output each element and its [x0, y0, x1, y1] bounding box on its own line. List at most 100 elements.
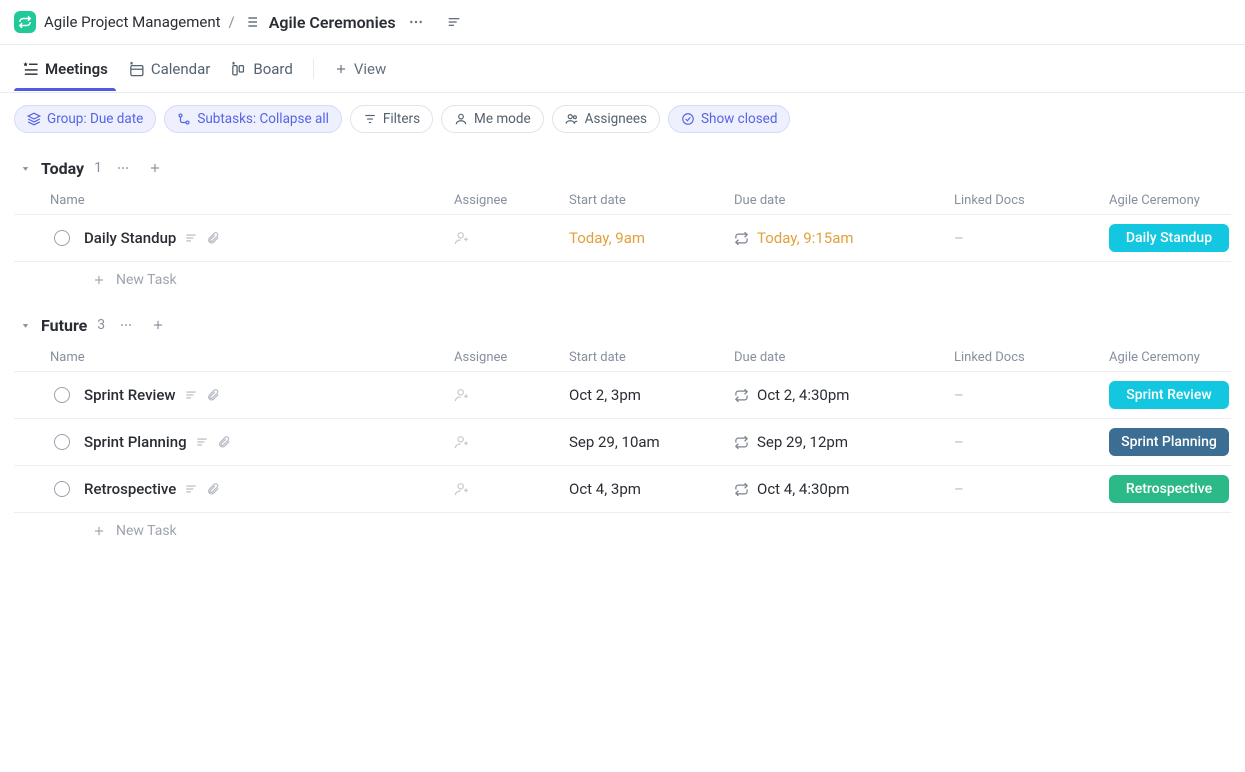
add-view-label: View	[354, 60, 386, 78]
assignee-cell[interactable]	[454, 230, 569, 246]
filter-memode[interactable]: Me mode	[441, 105, 544, 133]
chevron-down-icon[interactable]	[20, 320, 31, 331]
check-circle-icon	[681, 112, 695, 126]
ceremony-badge[interactable]: Sprint Review	[1109, 381, 1229, 409]
task-row[interactable]: Daily Standup Today, 9am Today, 9:15am –…	[14, 214, 1231, 262]
task-name[interactable]: Retrospective	[84, 480, 176, 498]
linked-docs[interactable]: –	[954, 386, 1109, 404]
col-assignee[interactable]: Assignee	[454, 193, 569, 208]
filter-filters[interactable]: Filters	[350, 105, 433, 133]
group-more-icon[interactable]	[112, 157, 134, 179]
tab-board[interactable]: Board	[222, 48, 300, 90]
linked-docs[interactable]: –	[954, 480, 1109, 498]
col-linked[interactable]: Linked Docs	[954, 350, 1109, 365]
status-circle-icon[interactable]	[54, 434, 70, 450]
more-options-icon[interactable]	[404, 10, 428, 34]
due-date[interactable]: Sep 29, 12pm	[757, 433, 848, 451]
new-task-button[interactable]: New Task	[14, 262, 1231, 292]
group-title[interactable]: Future	[41, 316, 87, 335]
group-more-icon[interactable]	[115, 314, 137, 336]
board-star-icon	[230, 60, 247, 77]
task-name[interactable]: Sprint Review	[84, 386, 176, 404]
tab-label: Meetings	[45, 60, 108, 78]
assignee-cell[interactable]	[454, 434, 569, 450]
calendar-star-icon	[128, 60, 145, 77]
col-due[interactable]: Due date	[734, 193, 954, 208]
col-due[interactable]: Due date	[734, 350, 954, 365]
start-date[interactable]: Oct 2, 3pm	[569, 386, 734, 404]
status-circle-icon[interactable]	[54, 387, 70, 403]
new-task-label: New Task	[116, 272, 177, 288]
attachment-icon[interactable]	[206, 388, 220, 402]
group-count: 1	[94, 160, 102, 176]
list-icon	[243, 14, 259, 30]
layers-icon	[27, 112, 41, 126]
task-name[interactable]: Sprint Planning	[84, 433, 187, 451]
col-start[interactable]: Start date	[569, 350, 734, 365]
col-assignee[interactable]: Assignee	[454, 350, 569, 365]
linked-docs[interactable]: –	[954, 229, 1109, 247]
recurring-icon	[734, 482, 749, 497]
col-ceremony[interactable]: Agile Ceremony	[1109, 193, 1245, 208]
group-title[interactable]: Today	[41, 159, 84, 178]
col-name[interactable]: Name	[14, 193, 454, 208]
breadcrumb-project[interactable]: Agile Project Management	[44, 13, 221, 31]
description-icon[interactable]	[195, 435, 209, 449]
ceremony-badge[interactable]: Daily Standup	[1109, 224, 1229, 252]
due-date[interactable]: Today, 9:15am	[757, 229, 854, 247]
tab-label: Calendar	[151, 60, 211, 78]
tab-separator	[313, 59, 314, 79]
attachment-icon[interactable]	[217, 435, 231, 449]
description-icon[interactable]	[184, 231, 198, 245]
filter-label: Subtasks: Collapse all	[197, 111, 329, 127]
ceremony-badge[interactable]: Sprint Planning	[1109, 428, 1229, 456]
description-icon[interactable]	[184, 482, 198, 496]
col-start[interactable]: Start date	[569, 193, 734, 208]
filter-assignees[interactable]: Assignees	[552, 105, 660, 133]
plus-icon	[92, 524, 106, 538]
filter-group[interactable]: Group: Due date	[14, 105, 156, 133]
ceremony-badge[interactable]: Retrospective	[1109, 475, 1229, 503]
filter-showclosed[interactable]: Show closed	[668, 105, 790, 133]
breadcrumb-page[interactable]: Agile Ceremonies	[269, 13, 396, 32]
task-row[interactable]: Retrospective Oct 4, 3pm Oct 4, 4:30pm –…	[14, 465, 1231, 513]
person-icon	[454, 112, 468, 126]
recurring-icon	[734, 231, 749, 246]
filter-label: Me mode	[474, 111, 531, 127]
filter-label: Filters	[383, 111, 420, 127]
task-group: Future 3 Name Assignee Start date Due da…	[0, 302, 1245, 553]
new-task-label: New Task	[116, 523, 177, 539]
assignee-cell[interactable]	[454, 481, 569, 497]
task-row[interactable]: Sprint Planning Sep 29, 10am Sep 29, 12p…	[14, 418, 1231, 465]
format-icon[interactable]	[442, 10, 466, 34]
filter-subtasks[interactable]: Subtasks: Collapse all	[164, 105, 342, 133]
assignee-cell[interactable]	[454, 387, 569, 403]
task-row[interactable]: Sprint Review Oct 2, 3pm Oct 2, 4:30pm –…	[14, 371, 1231, 418]
task-name[interactable]: Daily Standup	[84, 229, 176, 247]
start-date[interactable]: Oct 4, 3pm	[569, 480, 734, 498]
list-star-icon	[22, 60, 39, 77]
status-circle-icon[interactable]	[54, 481, 70, 497]
group-add-icon[interactable]	[144, 157, 166, 179]
col-ceremony[interactable]: Agile Ceremony	[1109, 350, 1245, 365]
filter-label: Assignees	[585, 111, 647, 127]
attachment-icon[interactable]	[206, 482, 220, 496]
start-date[interactable]: Today, 9am	[569, 229, 734, 247]
description-icon[interactable]	[184, 388, 198, 402]
add-view-button[interactable]: View	[326, 48, 394, 90]
linked-docs[interactable]: –	[954, 433, 1109, 451]
task-group: Today 1 Name Assignee Start date Due dat…	[0, 145, 1245, 302]
new-task-button[interactable]: New Task	[14, 513, 1231, 543]
chevron-down-icon[interactable]	[20, 163, 31, 174]
group-add-icon[interactable]	[147, 314, 169, 336]
due-date[interactable]: Oct 2, 4:30pm	[757, 386, 849, 404]
col-linked[interactable]: Linked Docs	[954, 193, 1109, 208]
tab-meetings[interactable]: Meetings	[14, 48, 116, 90]
attachment-icon[interactable]	[206, 231, 220, 245]
filter-row: Group: Due date Subtasks: Collapse all F…	[0, 93, 1245, 145]
status-circle-icon[interactable]	[54, 230, 70, 246]
tab-calendar[interactable]: Calendar	[120, 48, 219, 90]
col-name[interactable]: Name	[14, 350, 454, 365]
start-date[interactable]: Sep 29, 10am	[569, 433, 734, 451]
due-date[interactable]: Oct 4, 4:30pm	[757, 480, 849, 498]
